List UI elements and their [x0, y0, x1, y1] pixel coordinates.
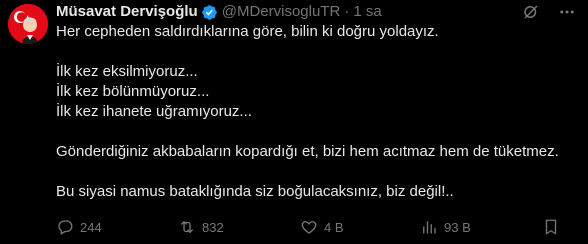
handle[interactable]: @MDervisogluTR [222, 2, 341, 22]
tweet[interactable]: Müsavat Dervişoğlu @MDervisogluTR · 1 sa [0, 0, 588, 244]
tweet-line: Her cepheden saldırdıklarına göre, bilin… [56, 23, 439, 40]
separator-dot: · [344, 3, 350, 20]
reply-button[interactable]: 244 [56, 216, 102, 238]
tweet-line: İlk kez bölünmüyoruz... [56, 83, 210, 100]
tweet-actions: 244 832 4 B 93 B [56, 216, 576, 238]
like-button[interactable]: 4 B [300, 216, 344, 238]
avatar[interactable] [8, 4, 48, 44]
tweet-text: Her cepheden saldırdıklarına göre, bilin… [56, 22, 576, 202]
tweet-line: Gönderdiğiniz akbabaların kopardığı et, … [56, 143, 559, 160]
views-icon [420, 218, 438, 236]
retweet-button[interactable]: 832 [178, 216, 224, 238]
tweet-line: İlk kez eksilmiyoruz... [56, 63, 198, 80]
heart-icon [300, 218, 318, 236]
retweet-icon [178, 218, 196, 236]
line-break [56, 42, 576, 62]
display-name[interactable]: Müsavat Dervişoğlu [56, 2, 198, 22]
top-actions [522, 2, 576, 22]
line-break [56, 162, 576, 182]
retweet-count: 832 [202, 219, 224, 235]
more-icon[interactable] [558, 3, 576, 21]
reply-icon [56, 218, 74, 236]
reply-count: 244 [80, 219, 102, 235]
grok-icon[interactable] [522, 3, 540, 21]
views-button[interactable]: 93 B [420, 216, 471, 238]
line-break [56, 122, 576, 142]
tweet-header: Müsavat Dervişoğlu @MDervisogluTR · 1 sa [56, 2, 382, 22]
views-count: 93 B [444, 219, 471, 235]
like-count: 4 B [324, 219, 344, 235]
timestamp[interactable]: 1 sa [353, 2, 381, 22]
bookmark-button[interactable] [542, 216, 566, 238]
bookmark-icon [542, 218, 560, 236]
tweet-line: Bu siyasi namus bataklığında siz boğulac… [56, 183, 454, 200]
verified-badge-icon [201, 4, 218, 21]
tweet-line: İlk kez ihanete uğramıyoruz... [56, 103, 252, 120]
